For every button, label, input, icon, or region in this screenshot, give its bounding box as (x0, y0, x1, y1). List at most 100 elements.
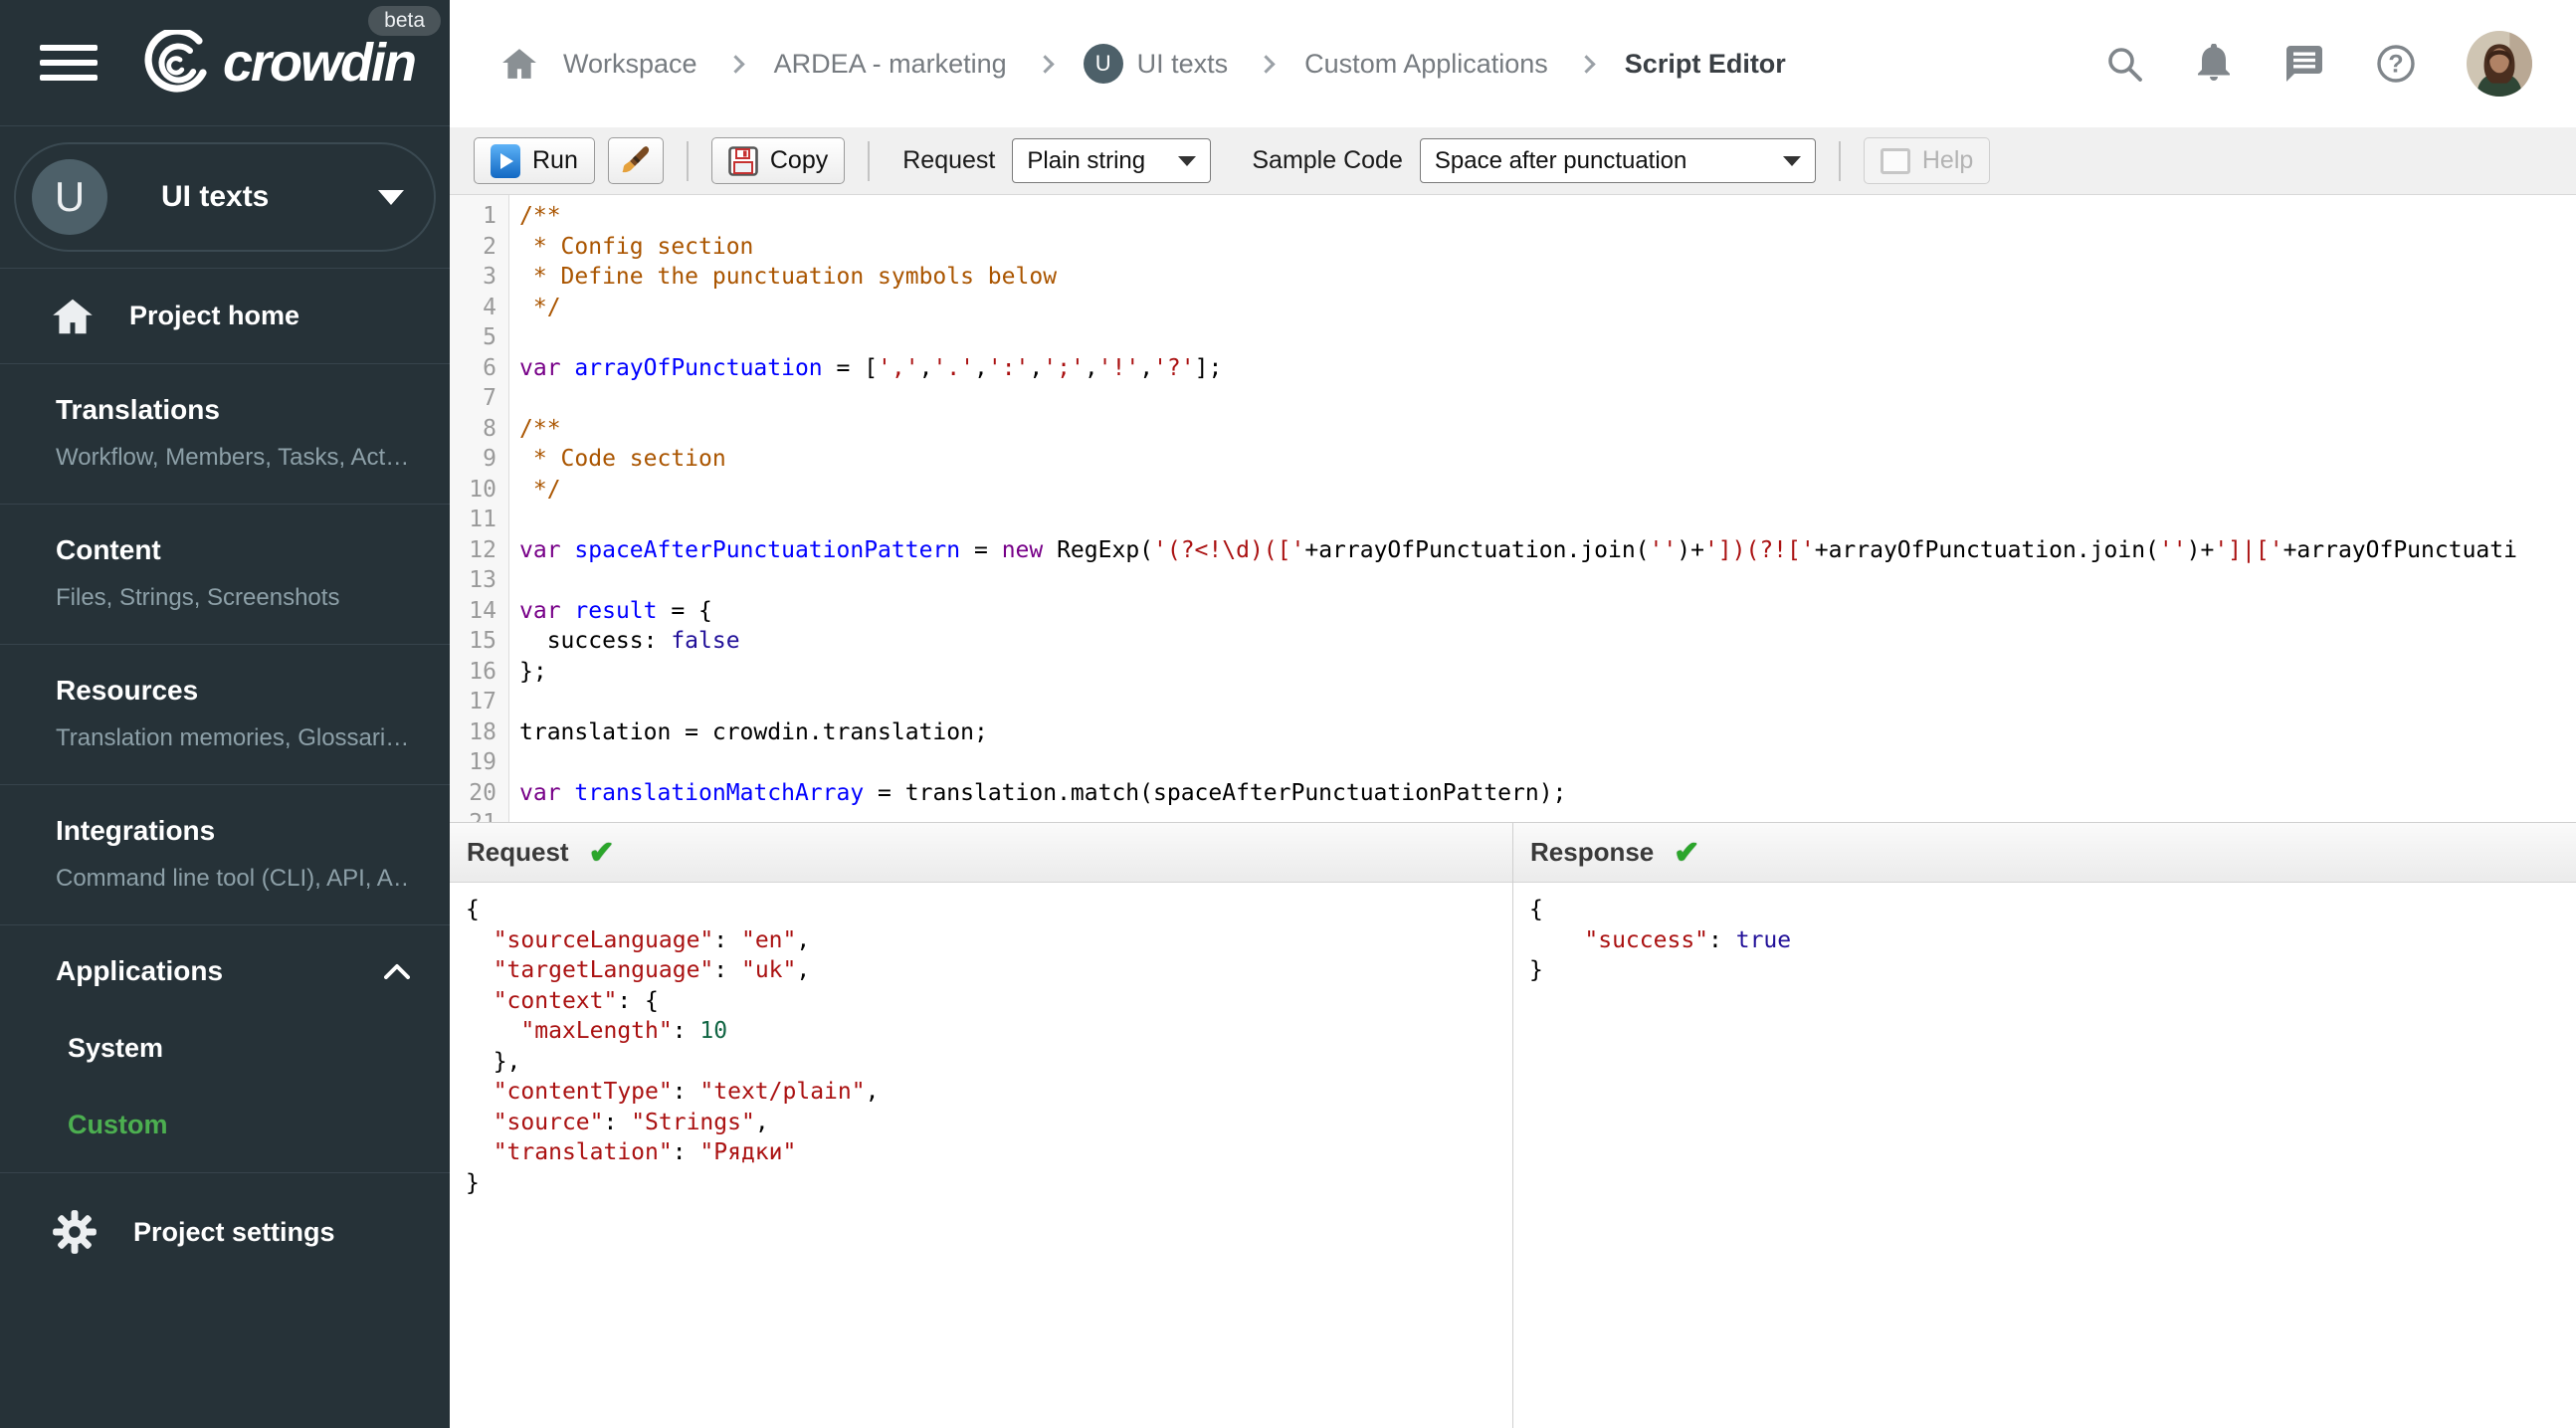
line-number: 6 (483, 354, 496, 381)
format-button[interactable] (607, 137, 664, 184)
messages-icon[interactable] (2283, 44, 2325, 84)
toolbar-separator (868, 140, 871, 181)
home-icon (53, 299, 93, 333)
help-button[interactable]: Help (1863, 137, 1991, 184)
panel-title: Response (1530, 837, 1655, 867)
menu-icon[interactable] (40, 36, 98, 90)
line-number: 3 (483, 264, 496, 290)
script-editor[interactable]: 123456789101112131415161718192021 /** * … (450, 195, 2576, 822)
beta-badge: beta (368, 6, 442, 36)
sidebar-item-content[interactable]: Content Files, Strings, Screenshots (0, 505, 450, 645)
project-selector[interactable]: U UI texts (14, 142, 436, 252)
line-number: 1 (483, 203, 496, 229)
sidebar-item-applications[interactable]: Applications System Custom (0, 925, 450, 1173)
code-line: var translationMatchArray = translation.… (519, 779, 1567, 806)
request-panel: Request ✔ { "sourceLanguage": "en", "tar… (450, 823, 1512, 1428)
project-avatar-small: U (1083, 44, 1123, 84)
run-button[interactable]: Run (474, 137, 595, 184)
code-line: { (1529, 897, 1543, 922)
sidebar-item-custom[interactable]: Custom (68, 1110, 410, 1140)
line-number: 20 (469, 779, 496, 806)
editor-code[interactable]: /** * Config section * Define the punctu… (509, 195, 2576, 822)
request-panel-header: Request ✔ (450, 823, 1512, 883)
play-icon (491, 143, 520, 178)
crowdin-logo-icon (144, 30, 207, 93)
code-line: "sourceLanguage": "en", (493, 926, 811, 953)
breadcrumb: Workspace ARDEA - marketing U UI texts Custo… (501, 44, 2104, 84)
crowdin-logo[interactable]: crowdin beta (127, 6, 442, 96)
code-line: /** (519, 415, 561, 442)
search-icon[interactable] (2104, 44, 2144, 84)
notifications-bell-icon[interactable] (2194, 44, 2234, 84)
line-number: 13 (469, 567, 496, 593)
code-line: { (466, 897, 480, 922)
request-type-select[interactable]: Plain string (1012, 138, 1212, 183)
app-window: crowdin beta U UI texts Project home Tra… (0, 0, 2576, 1428)
line-number: 12 (469, 536, 496, 563)
sidebar-item-integrations[interactable]: Integrations Command line tool (CLI), AP… (0, 785, 450, 925)
svg-text:?: ? (2388, 51, 2403, 79)
chevron-down-icon (378, 189, 404, 205)
help-icon[interactable]: ? (2375, 43, 2417, 85)
line-number: 11 (469, 507, 496, 532)
code-line: "success": true (1584, 926, 1792, 953)
sidebar-header: crowdin beta (0, 0, 450, 126)
sidebar-item-resources[interactable]: Resources Translation memories, Glossari… (0, 645, 450, 785)
sidebar-item-system[interactable]: System (68, 1033, 410, 1064)
code-line: } (1529, 957, 1543, 983)
code-line: }; (519, 658, 547, 685)
breadcrumb-item[interactable]: U UI texts (1083, 44, 1228, 84)
line-number: 16 (469, 658, 496, 685)
editor-toolbar: Run Copy Request Plain string Sample Cod… (450, 127, 2576, 195)
save-icon (728, 145, 758, 176)
gear-icon (53, 1210, 97, 1254)
code-line: } (466, 1169, 480, 1196)
code-line: * Code section (519, 446, 726, 472)
home-icon[interactable] (501, 48, 537, 80)
sample-code-select[interactable]: Space after punctuation (1419, 138, 1816, 183)
code-line: var arrayOfPunctuation = [',','.',':',';… (519, 354, 1223, 381)
top-header: Workspace ARDEA - marketing U UI texts Custo… (450, 0, 2576, 127)
sidebar-item-project-home[interactable]: Project home (0, 269, 450, 364)
code-line: success: false (519, 628, 740, 654)
success-check-icon: ✔ (1674, 835, 1700, 870)
sidebar-item-label: Project settings (133, 1216, 335, 1247)
code-line: "source": "Strings", (493, 1109, 769, 1135)
request-json[interactable]: { "sourceLanguage": "en", "targetLanguag… (450, 883, 1512, 1428)
project-selector-wrap: U UI texts (0, 126, 450, 269)
code-line: }, (466, 1048, 521, 1075)
breadcrumb-chevron-icon (1257, 54, 1276, 74)
request-type-label: Request (902, 146, 996, 174)
project-name: UI texts (161, 180, 270, 213)
sample-code-label: Sample Code (1252, 146, 1403, 174)
line-number: 19 (469, 749, 496, 775)
line-number: 2 (483, 233, 496, 260)
brush-icon (622, 145, 649, 172)
breadcrumb-item[interactable]: Custom Applications (1304, 49, 1548, 80)
editor-gutter: 123456789101112131415161718192021 (450, 195, 509, 822)
line-number: 9 (483, 446, 496, 472)
breadcrumb-item[interactable]: Workspace (563, 49, 697, 80)
chevron-down-icon (1782, 155, 1801, 166)
breadcrumb-item[interactable]: ARDEA - marketing (774, 49, 1007, 80)
code-line: "translation": "Рядки" (493, 1139, 797, 1165)
code-line: */ (519, 294, 561, 320)
breadcrumb-chevron-icon (725, 54, 745, 74)
breadcrumb-chevron-icon (1035, 54, 1055, 74)
response-json[interactable]: { "success": true} (1513, 883, 2576, 1428)
breadcrumb-item[interactable]: Script Editor (1625, 49, 1786, 80)
line-number: 18 (469, 718, 496, 745)
line-number: 10 (469, 476, 496, 503)
sidebar-item-translations[interactable]: Translations Workflow, Members, Tasks, A… (0, 364, 450, 505)
user-avatar[interactable] (2467, 31, 2532, 97)
line-number: 21 (450, 808, 496, 822)
copy-button[interactable]: Copy (710, 137, 846, 184)
sidebar-item-project-settings[interactable]: Project settings (0, 1173, 450, 1291)
code-line: */ (519, 476, 561, 503)
response-panel: Response ✔ { "success": true} (1512, 823, 2576, 1428)
code-line: "context": { (493, 987, 659, 1014)
code-line: "maxLength": 10 (520, 1018, 728, 1044)
